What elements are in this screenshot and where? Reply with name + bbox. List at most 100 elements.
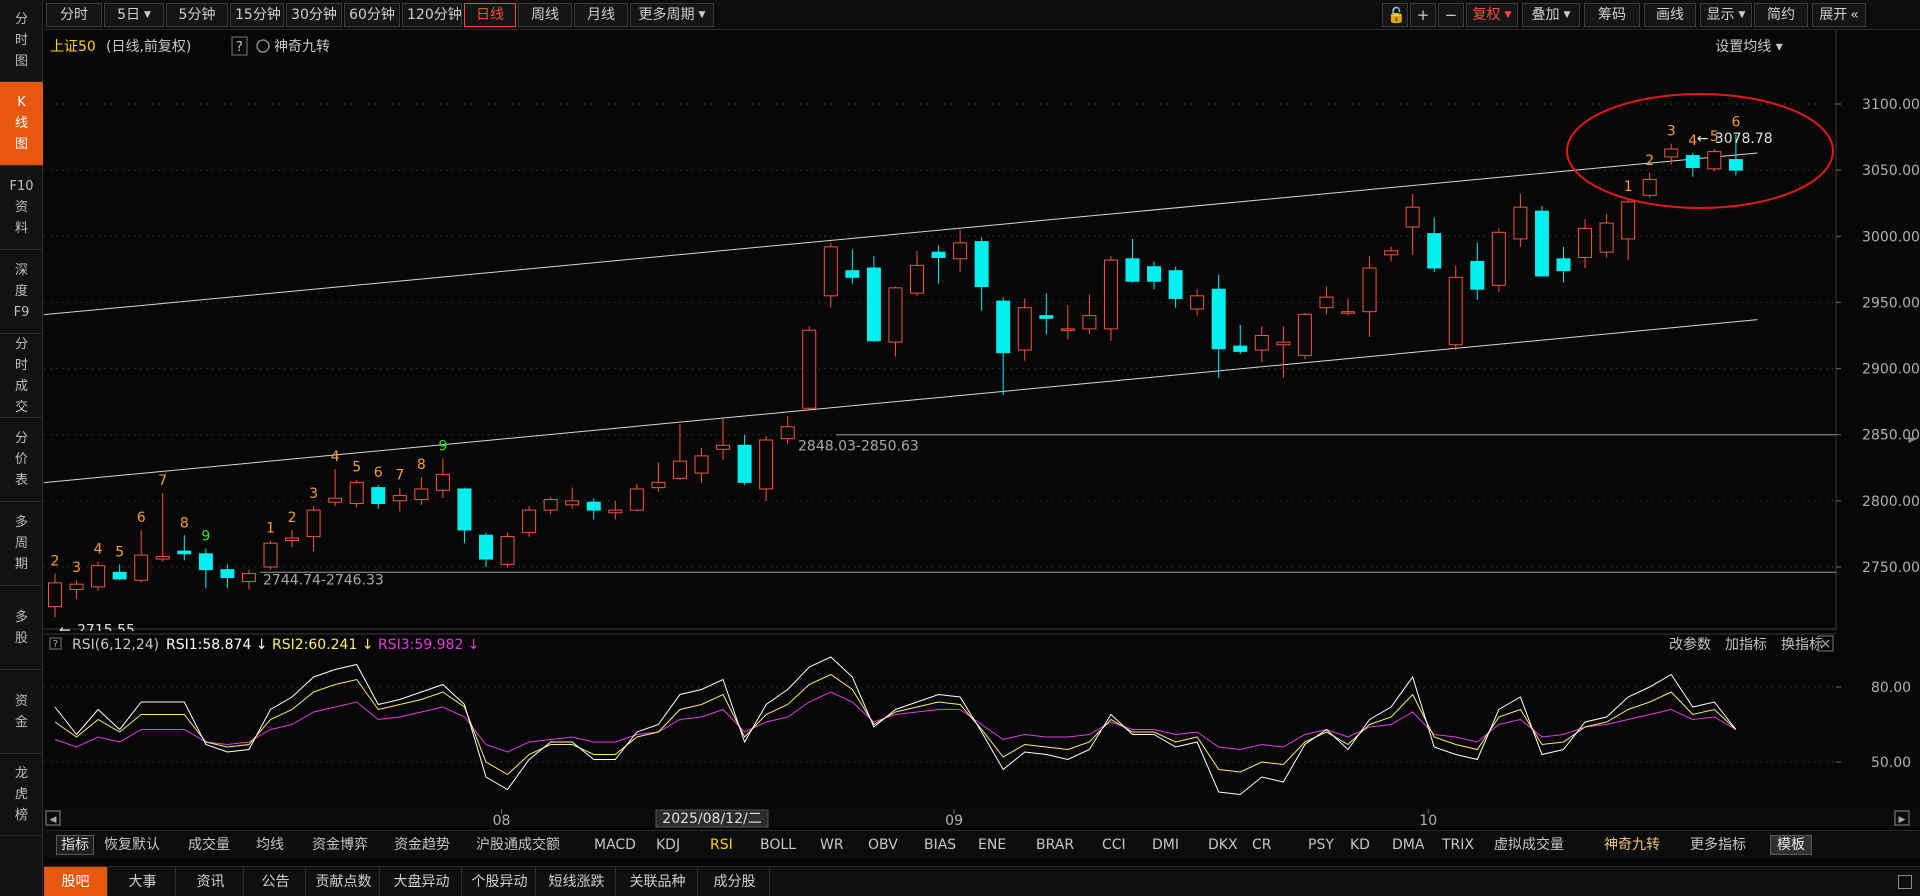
candle[interactable] [1728,159,1743,171]
indicator-tab-20[interactable]: PSY [1308,835,1334,855]
candle[interactable] [1685,155,1700,168]
candle[interactable] [672,460,687,479]
candle[interactable] [1297,313,1312,356]
candle[interactable] [996,300,1011,354]
candle[interactable] [285,537,300,542]
indicator-tab-22[interactable]: DMA [1392,835,1424,855]
candle[interactable] [1362,267,1377,313]
candle[interactable] [1147,266,1162,282]
candle[interactable] [1384,250,1399,256]
candle[interactable] [1621,201,1636,240]
candle[interactable] [651,481,666,489]
candle[interactable] [328,497,343,503]
rsi-action-2[interactable]: 换指标 [1781,636,1823,653]
candle[interactable] [1470,260,1485,290]
candle[interactable] [241,573,256,583]
indicator-tab-17[interactable]: DMI [1152,835,1179,855]
candle[interactable] [1233,345,1248,352]
candle[interactable] [845,270,860,278]
indicator-tab-4[interactable]: 资金博弈 [312,835,368,855]
candle[interactable] [780,426,795,440]
candle[interactable] [134,554,149,581]
indicator-tab-1[interactable]: 恢复默认 [104,835,160,855]
sidebar-item-8[interactable]: 资金 [0,670,43,754]
indicator-tab-3[interactable]: 均线 [256,835,284,855]
candle[interactable] [1276,341,1291,346]
candle[interactable] [1211,288,1226,350]
candle[interactable] [953,242,968,260]
candle[interactable] [1082,315,1097,330]
bottom-tab-8[interactable]: 关联品种 [618,867,698,896]
indicator-tab-24[interactable]: 虚拟成交量 [1494,835,1564,855]
indicator-tab-27[interactable]: 模板 [1770,835,1812,855]
candle[interactable] [888,287,903,343]
candle[interactable] [155,555,170,560]
candle[interactable] [1599,222,1614,253]
candle[interactable] [457,488,472,531]
sidebar-item-2[interactable]: F10 资料 [0,166,43,250]
candle[interactable] [629,488,644,511]
candle[interactable] [522,509,537,534]
sidebar-item-7[interactable]: 多股 [0,586,43,670]
candle[interactable] [306,509,321,538]
candle[interactable] [220,569,235,579]
sidebar-item-0[interactable]: 分时图 [0,0,43,82]
indicator-tab-11[interactable]: WR [820,835,844,855]
candle[interactable] [974,241,989,288]
sidebar-item-1[interactable]: K线图 [0,82,43,166]
bottom-tab-4[interactable]: 贡献点数 [308,867,380,896]
bottom-tab-0[interactable]: 股吧 [44,867,108,896]
candle[interactable] [69,583,84,590]
bottom-tab-5[interactable]: 大盘异动 [382,867,462,896]
set-ma-button[interactable]: 设置均线 ▾ [1715,39,1782,55]
candle[interactable] [759,439,774,490]
candle[interactable] [91,565,106,588]
indicator-tab-2[interactable]: 成交量 [188,835,230,855]
sidebar-item-5[interactable]: 分价表 [0,418,43,502]
indicator-tab-9[interactable]: RSI [710,835,733,855]
indicator-tab-7[interactable]: MACD [594,835,636,855]
candle[interactable] [737,444,752,483]
candle[interactable] [1556,258,1571,272]
candle[interactable] [349,481,364,505]
indicator-tab-14[interactable]: ENE [978,835,1006,855]
candle[interactable] [608,509,623,514]
candle[interactable] [1060,328,1075,331]
candle[interactable] [1664,148,1679,158]
rsi-action-0[interactable]: 改参数 [1669,636,1711,653]
indicator-tab-0[interactable]: 指标 [56,835,94,855]
indicator-tab-25[interactable]: 神奇九转 [1604,835,1660,855]
candle[interactable] [1642,178,1657,196]
indicator-tab-5[interactable]: 资金趋势 [394,835,450,855]
indicator-tab-23[interactable]: TRIX [1442,835,1474,855]
candle[interactable] [1707,151,1722,170]
candle[interactable] [198,553,213,571]
indicator-tab-15[interactable]: BRAR [1036,835,1074,855]
candle[interactable] [371,487,386,505]
bottom-tab-3[interactable]: 公告 [246,867,306,896]
candle[interactable] [1578,227,1593,258]
candle[interactable] [1190,295,1205,310]
candle[interactable] [931,251,946,258]
indicator-tab-13[interactable]: BIAS [924,835,956,855]
candle[interactable] [1017,307,1032,351]
candle[interactable] [802,329,817,409]
bottom-tab-1[interactable]: 大事 [110,867,176,896]
candle[interactable] [716,444,731,450]
candle[interactable] [866,267,881,342]
kline-chart[interactable]: 3100.00 3050.00 3000.00 2950.00 2900.00 2 8 50.… [44,0,1920,830]
candle[interactable] [1427,233,1442,269]
indicator-tab-10[interactable]: BOLL [760,835,796,855]
bottom-tab-6[interactable]: 个股异动 [464,867,536,896]
candle[interactable] [177,550,192,555]
indicator-tab-12[interactable]: OBV [868,835,898,855]
candle[interactable] [543,499,558,511]
candle[interactable] [1039,315,1054,319]
indicator-tab-26[interactable]: 更多指标 [1690,835,1746,855]
bottom-tab-2[interactable]: 资讯 [178,867,244,896]
candle[interactable] [500,536,515,565]
candle[interactable] [1405,206,1420,228]
candle[interactable] [1103,259,1118,330]
candle[interactable] [586,501,601,511]
candle[interactable] [1534,210,1549,277]
